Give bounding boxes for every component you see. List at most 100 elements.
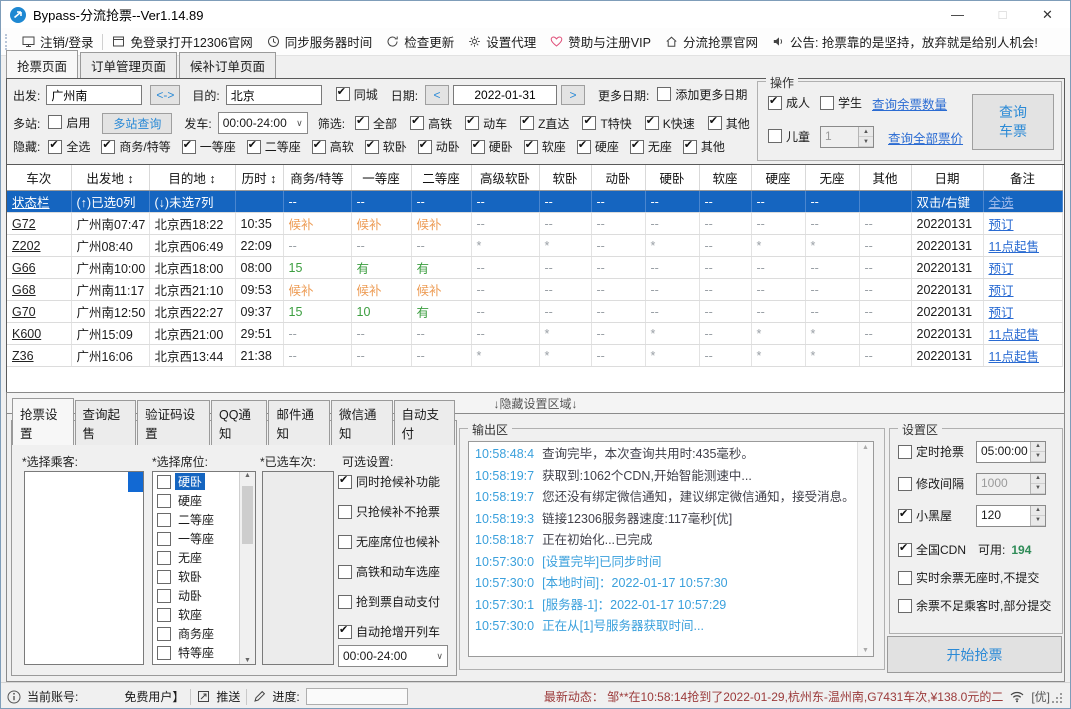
hide-checkbox-2[interactable]: 一等座 [181, 138, 236, 155]
column-header-1[interactable]: 出发地 ↕ [71, 165, 150, 191]
filter-checkbox-3[interactable]: Z直达 [520, 114, 569, 132]
grab-tab-4[interactable]: 邮件通知 [268, 400, 330, 445]
push-label[interactable]: 推送 [216, 688, 240, 705]
toolbar-item-2[interactable]: 同步服务器时间 [267, 32, 372, 51]
hide-checkbox-3[interactable]: 二等座 [246, 138, 301, 155]
column-header-12[interactable]: 硬座 [751, 165, 806, 191]
multi-station-enable-checkbox[interactable]: 启用 [48, 114, 90, 131]
setting-checkbox-5[interactable]: 余票不足乘客时,部分提交 [898, 597, 1051, 614]
date-input[interactable] [453, 85, 558, 105]
table-header-row[interactable]: 车次 出发地 ↕ 目的地 ↕ 历时 ↕ 商务/特等 一等座 二等座 高级软卧 软卧 动卧 硬卧 软座硬… [7, 165, 1063, 191]
resize-grip[interactable] [1060, 700, 1062, 703]
setting-checkbox-4[interactable]: 实时余票无座时,不提交 [898, 569, 1039, 586]
grab-option-checkbox-2[interactable]: 无座席位也候补 [338, 533, 440, 550]
column-header-15[interactable]: 日期 [911, 165, 984, 191]
page-tab-0[interactable]: 抢票页面 [6, 50, 79, 79]
setting-checkbox-3[interactable]: 全国CDN [898, 541, 966, 558]
train-link[interactable]: K600 [12, 327, 41, 341]
filter-checkbox-0[interactable]: 全部 [355, 114, 397, 132]
hide-checkbox-10[interactable]: 无座 [629, 138, 672, 155]
column-header-0[interactable]: 车次 [7, 165, 72, 191]
seat-option-6[interactable]: 动卧 [153, 586, 240, 605]
grab-tab-3[interactable]: QQ通知 [210, 400, 268, 445]
multi-station-query-button[interactable]: 多站查询 [102, 112, 173, 134]
passenger-scrollbar-thumb[interactable] [128, 472, 143, 492]
filter-checkbox-2[interactable]: 动车 [465, 114, 507, 132]
note-link[interactable]: 11点起售 [989, 240, 1039, 254]
hide-checkbox-4[interactable]: 高软 [311, 138, 354, 155]
seat-option-7[interactable]: 软座 [153, 605, 240, 624]
grab-tab-2[interactable]: 验证码设置 [137, 400, 210, 445]
setting-spinner-1[interactable]: 1000 ▲ ▼ [976, 472, 1046, 495]
student-checkbox[interactable]: 学生 [820, 94, 862, 111]
seat-option-0[interactable]: 硬卧 [153, 472, 240, 491]
passenger-listbox[interactable] [24, 471, 144, 665]
grab-option-checkbox-1[interactable]: 只抢候补不抢票 [338, 503, 440, 520]
hide-checkbox-9[interactable]: 硬座 [576, 138, 619, 155]
hide-checkbox-1[interactable]: 商务/特等 [101, 138, 171, 155]
train-row[interactable]: Z202 广州08:40 北京西06:49 22:09 -- -- -- * * -- * -- * * -… [7, 234, 1063, 257]
depart-time-select[interactable]: 00:00-24:00 ∨ [217, 112, 308, 134]
column-header-16[interactable]: 备注 [983, 165, 1063, 191]
column-header-11[interactable]: 软座 [699, 165, 752, 191]
swap-stations-button[interactable]: <-> [150, 85, 181, 105]
close-button[interactable]: ✕ [1025, 1, 1070, 28]
start-grab-button[interactable]: 开始抢票 [887, 636, 1062, 673]
spin-down-icon[interactable]: ▼ [1031, 515, 1045, 526]
seat-option-3[interactable]: 一等座 [153, 529, 240, 548]
spin-up-icon[interactable]: ▲ [859, 127, 874, 137]
train-row[interactable]: G72 广州南07:47 北京西18:22 10:35 候补 候补 候补 -- -- -- -- --… [7, 212, 1063, 235]
train-row[interactable]: G66 广州南10:00 北京西18:00 08:00 15 有有 -- -- -- -- -- --… [7, 256, 1063, 279]
column-header-3[interactable]: 历时 ↕ [235, 165, 284, 191]
spin-down-icon[interactable]: ▼ [1031, 451, 1045, 462]
scroll-up-icon[interactable]: ▲ [244, 472, 251, 479]
seat-option-4[interactable]: 无座 [153, 548, 240, 567]
train-link[interactable]: G68 [12, 283, 36, 297]
hide-checkbox-6[interactable]: 动卧 [417, 138, 460, 155]
spin-up-icon[interactable]: ▲ [1031, 441, 1045, 452]
maximize-button[interactable]: □ [980, 1, 1025, 28]
setting-checkbox-0[interactable]: 定时抢票 [898, 443, 964, 460]
child-count-spinner[interactable]: 1 ▲ ▼ [820, 126, 875, 148]
page-tab-2[interactable]: 候补订单页面 [179, 52, 277, 79]
filter-checkbox-1[interactable]: 高铁 [410, 114, 452, 132]
grab-time-range-select[interactable]: 00:00-24:00 ∨ [338, 645, 448, 667]
hide-checkbox-7[interactable]: 硬卧 [470, 138, 513, 155]
train-row[interactable]: Z36 广州16:06 北京西13:44 21:38 -- -- -- * * -- * -- * * --… [7, 344, 1063, 367]
note-link[interactable]: 预订 [989, 284, 1014, 298]
scroll-down-icon[interactable]: ▼ [862, 647, 869, 654]
note-link[interactable]: 11点起售 [989, 328, 1039, 342]
hide-checkbox-11[interactable]: 其他 [682, 138, 725, 155]
note-link[interactable]: 预订 [989, 306, 1014, 320]
filter-checkbox-5[interactable]: K快速 [644, 114, 695, 132]
scroll-up-icon[interactable]: ▲ [862, 444, 869, 451]
setting-checkbox-1[interactable]: 修改间隔 [898, 475, 964, 492]
train-link[interactable]: Z202 [12, 239, 41, 253]
scroll-down-icon[interactable]: ▼ [244, 657, 251, 664]
note-link[interactable]: 全选 [989, 196, 1014, 210]
minimize-button[interactable]: — [935, 1, 980, 28]
train-link[interactable]: 状态栏 [12, 196, 50, 210]
grab-option-checkbox-0[interactable]: 同时抢候补功能 [338, 473, 440, 490]
seat-option-1[interactable]: 硬座 [153, 491, 240, 510]
train-row[interactable]: G68 广州南11:17 北京西21:10 09:53 候补 候补 候补 -- -- -- -- --… [7, 278, 1063, 301]
page-tab-1[interactable]: 订单管理页面 [80, 52, 178, 79]
output-log[interactable]: 10:58:48:4 查询完毕，本次查询共用时:435毫秒。 10:58:19:7 获… [468, 441, 874, 657]
column-header-8[interactable]: 软卧 [539, 165, 592, 191]
train-link[interactable]: G72 [12, 217, 36, 231]
column-header-14[interactable]: 其他 [859, 165, 912, 191]
setting-spinner-2[interactable]: 120 ▲ ▼ [976, 504, 1046, 527]
toolbar-item-6[interactable]: 分流抢票官网 [665, 32, 758, 51]
toolbar-item-0[interactable]: 注销/登录 [22, 32, 93, 51]
child-checkbox[interactable]: 儿童 [768, 128, 810, 145]
grab-tab-5[interactable]: 微信通知 [330, 400, 393, 445]
toolbar-item-5[interactable]: 赞助与注册VIP [550, 32, 651, 51]
toolbar-item-1[interactable]: 免登录打开12306官网 [112, 32, 253, 51]
scrollbar-thumb[interactable] [242, 486, 253, 544]
note-link[interactable]: 预订 [989, 262, 1014, 276]
note-link[interactable]: 11点起售 [989, 350, 1039, 364]
grab-option-checkbox-4[interactable]: 抢到票自动支付 [338, 593, 440, 610]
date-next-button[interactable]: > [561, 85, 586, 105]
adult-checkbox[interactable]: 成人 [768, 94, 810, 111]
query-remaining-link[interactable]: 查询余票数量 [872, 94, 947, 113]
